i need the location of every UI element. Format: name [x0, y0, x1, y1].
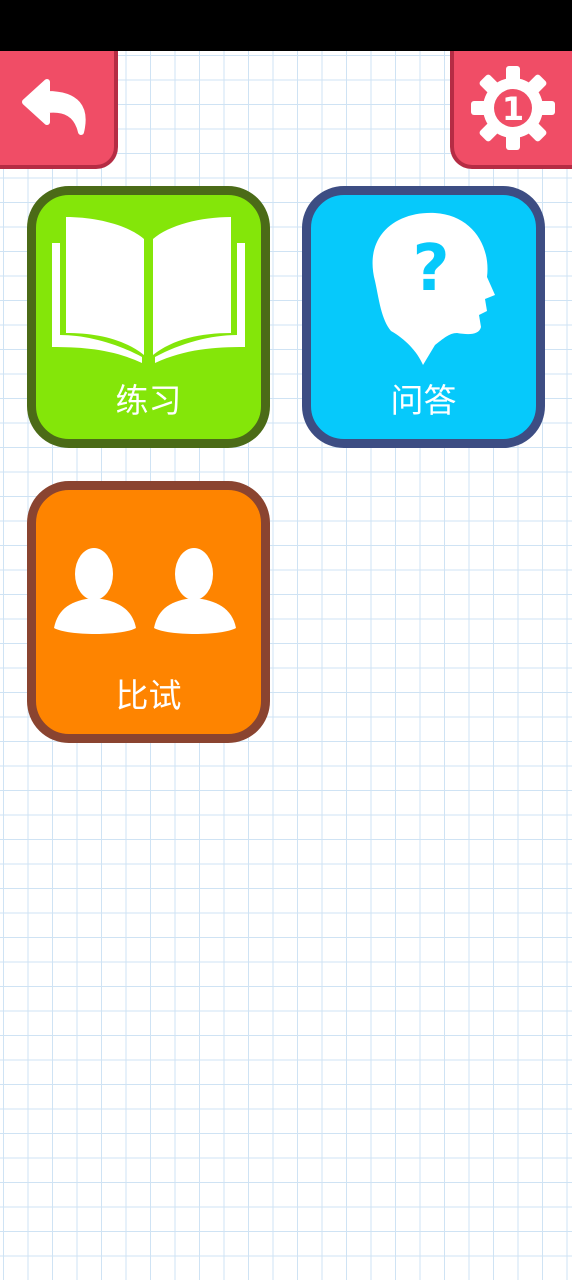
qa-tile[interactable]: ? 问答 [302, 186, 545, 448]
two-users-icon [54, 548, 236, 634]
settings-button[interactable]: 1 [450, 51, 572, 169]
back-button[interactable] [0, 51, 118, 169]
practice-label: 练习 [115, 381, 182, 420]
settings-badge: 1 [502, 90, 524, 128]
open-book-icon [52, 217, 245, 363]
question-head-icon: ? [372, 212, 495, 365]
status-bar [0, 0, 572, 51]
match-tile[interactable]: 比试 [27, 481, 270, 743]
undo-arrow-icon [22, 79, 86, 135]
gear-icon: 1 [471, 66, 555, 150]
qa-label: 问答 [390, 381, 457, 420]
svg-text:?: ? [412, 232, 449, 306]
match-label: 比试 [115, 676, 182, 715]
practice-tile[interactable]: 练习 [27, 186, 270, 448]
